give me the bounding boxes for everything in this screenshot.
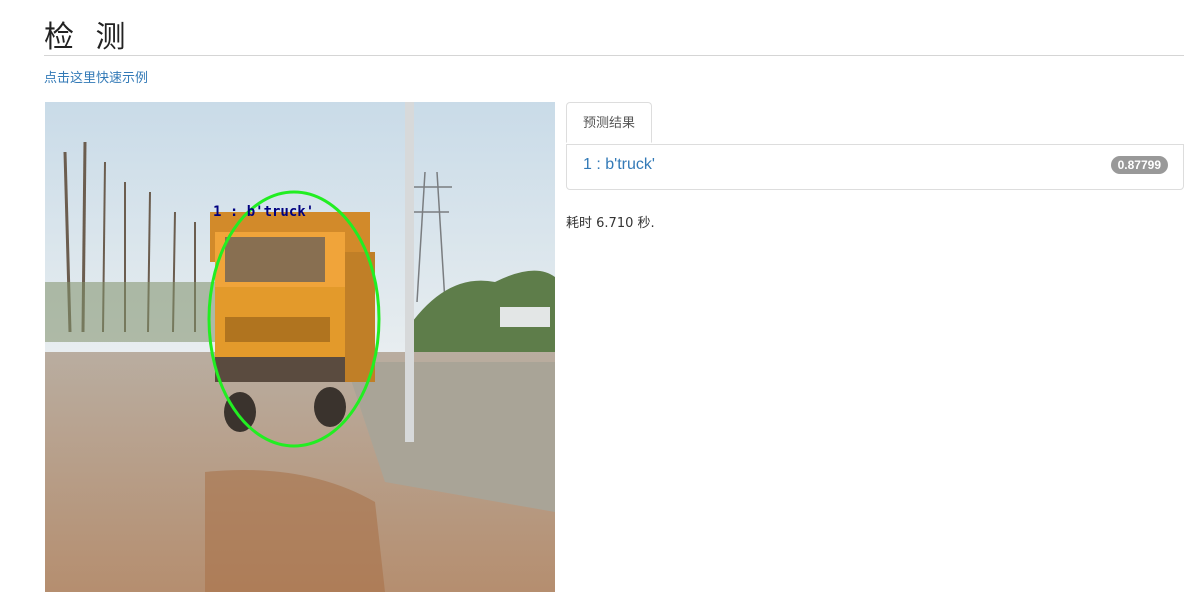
timing-prefix: 耗时 [566,216,593,231]
detection-image-canvas: 1 : b'truck' [45,102,555,592]
building [500,307,550,327]
timing-text: 耗时 6.710 秒. [566,212,655,231]
score-badge: 0.87799 [1110,156,1168,174]
result-label: 1 : b'truck' [583,156,655,173]
result-list: 1 : b'truck' 0.87799 [566,144,1184,190]
timing-suffix: 秒. [637,216,655,231]
timing-value: 6.710 [596,216,634,231]
tab-prediction-results[interactable]: 预测结果 [566,102,652,143]
detection-overlay-label: 1 : b'truck' [213,204,314,220]
quick-demo-link[interactable]: 点击这里快速示例 [44,67,148,86]
page-title: 检 测 [44,20,132,55]
detection-image: 1 : b'truck' [45,102,555,592]
lamp-pole [405,102,414,442]
results-tab-bar: 预测结果 [566,102,1184,145]
title-divider [44,55,1184,56]
